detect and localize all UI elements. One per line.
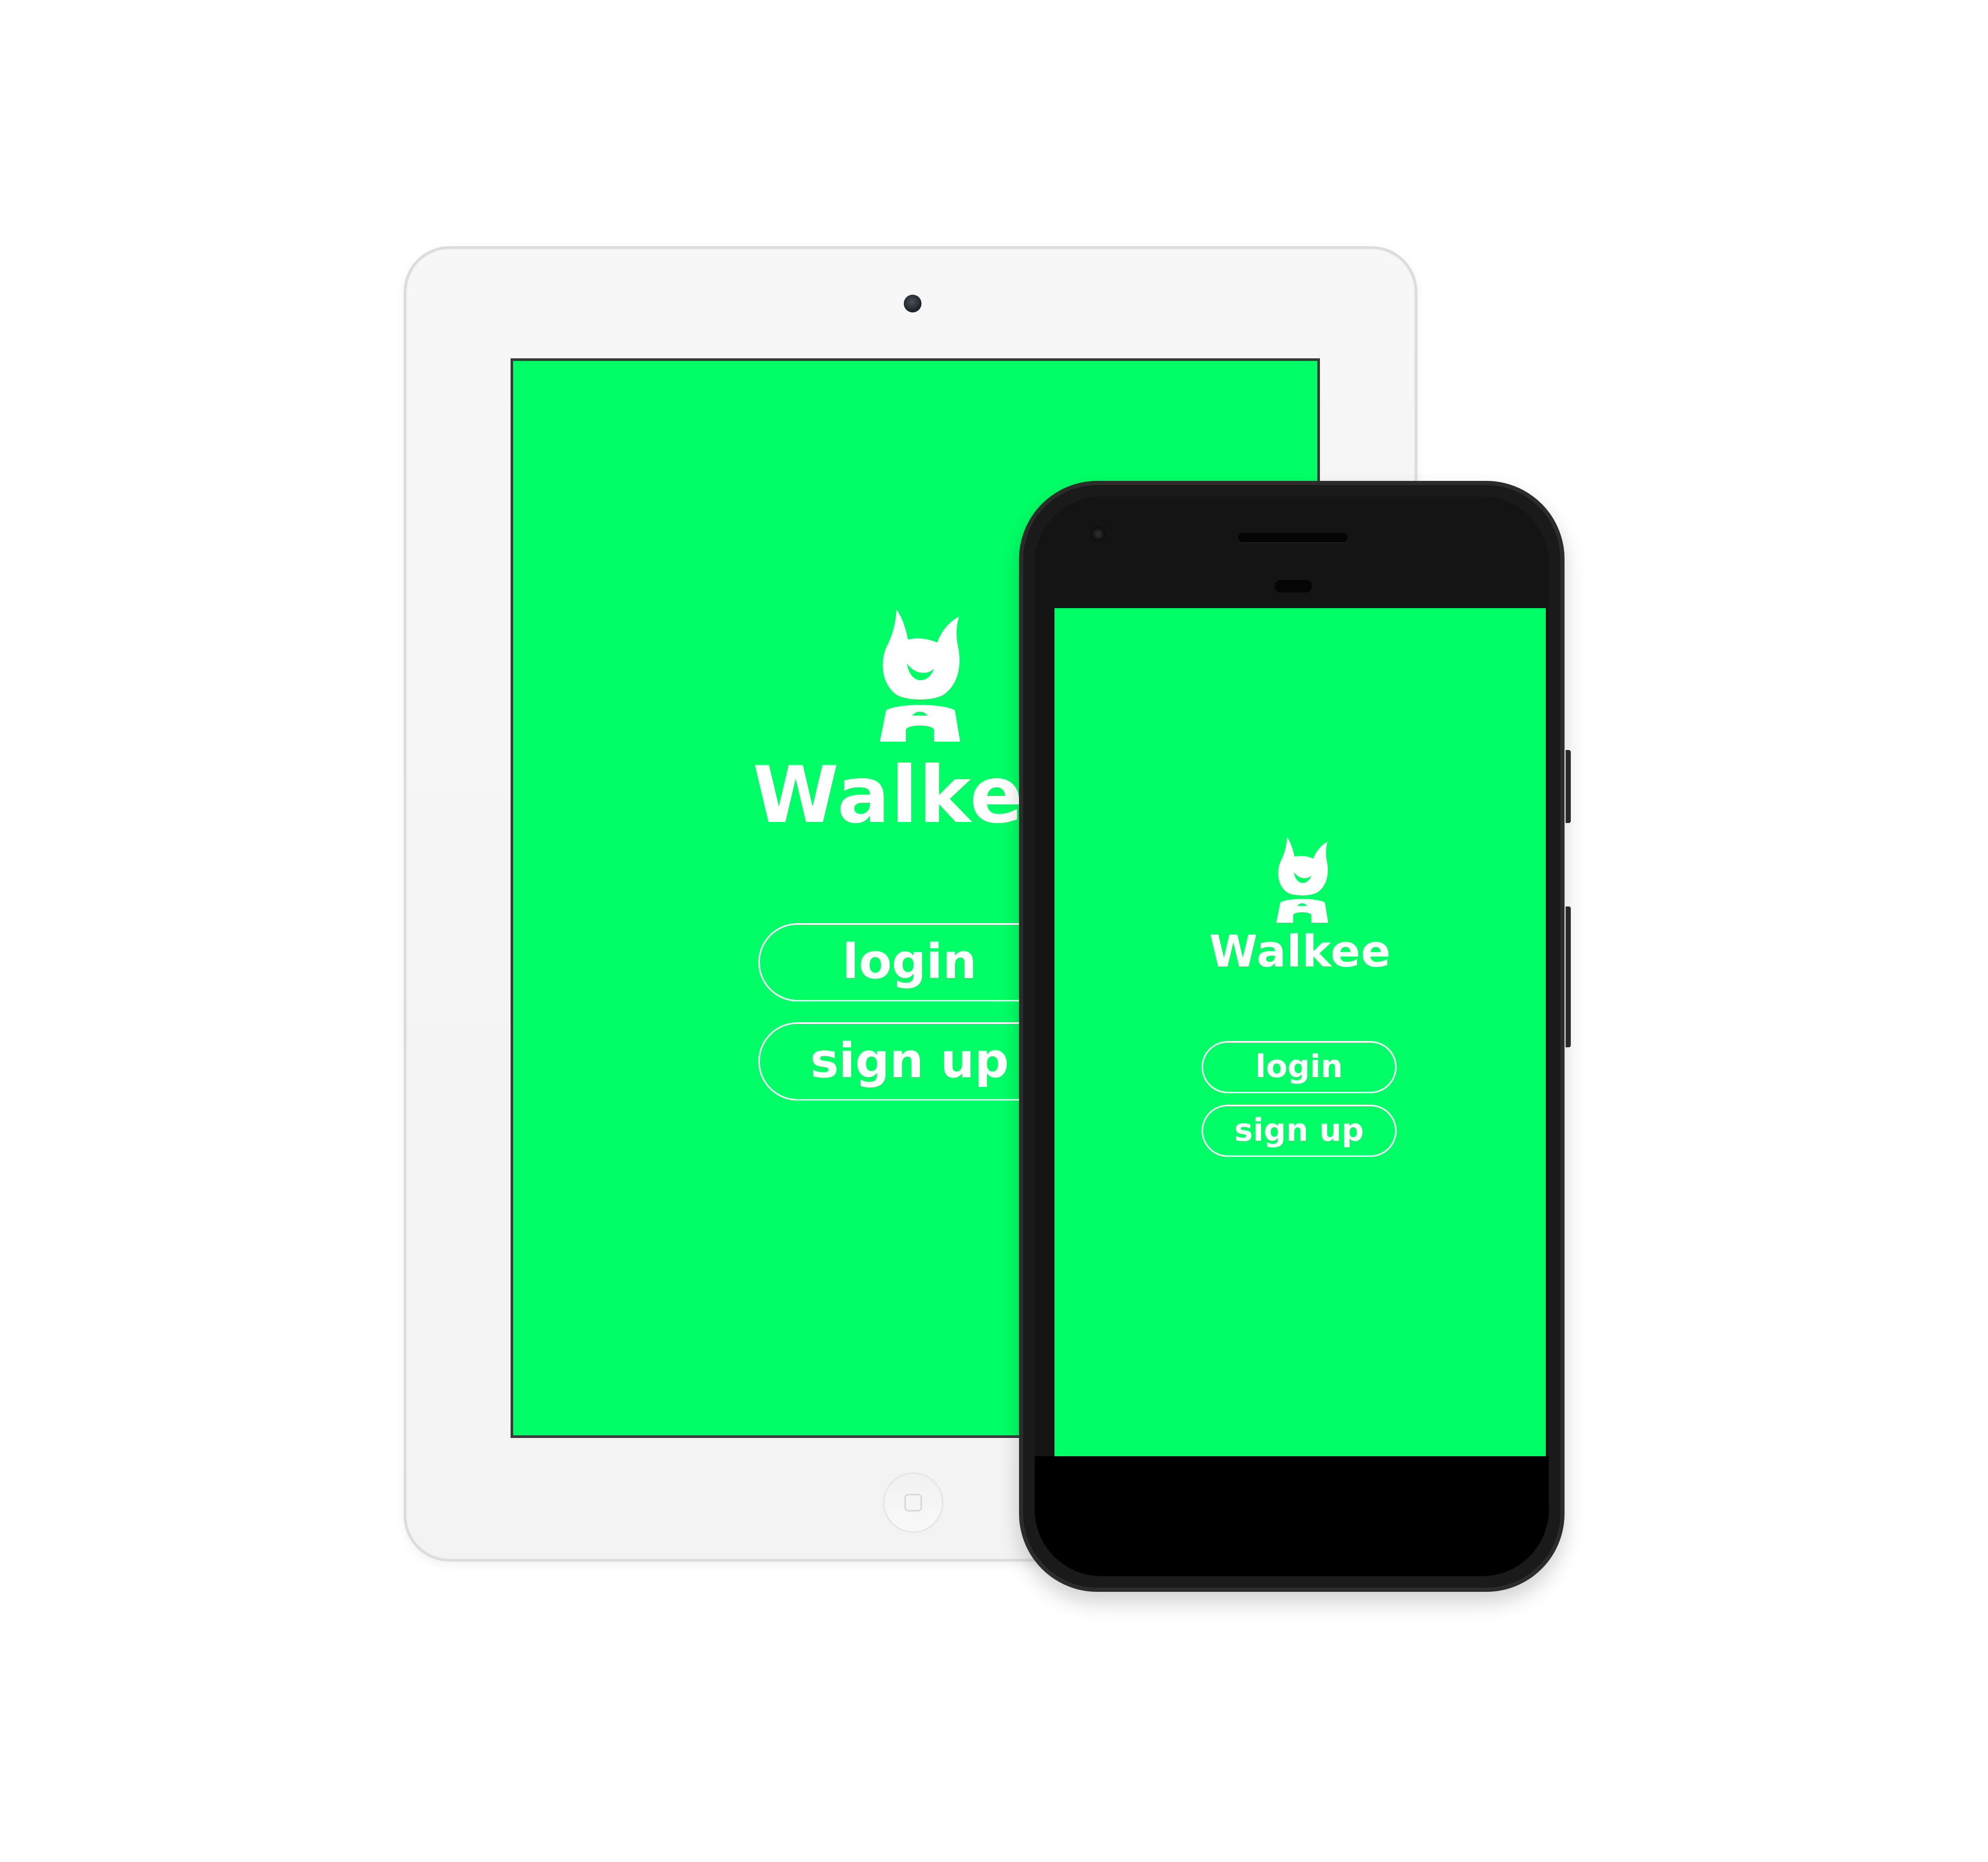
phone-body: Walkee login sign up — [1035, 497, 1549, 1576]
power-button[interactable] — [1566, 750, 1571, 823]
tablet-camera-icon — [904, 295, 922, 312]
login-button[interactable]: login — [1202, 1041, 1397, 1093]
phone-camera-icon — [1091, 527, 1106, 541]
home-button[interactable] — [883, 1472, 943, 1533]
phone-device: Walkee login sign up — [1019, 481, 1571, 1592]
home-square-icon — [904, 1494, 922, 1512]
dog-logo-icon — [880, 609, 960, 742]
volume-button[interactable] — [1566, 906, 1571, 1047]
dog-logo-icon — [1276, 837, 1328, 923]
app-title: Walkee — [1209, 926, 1391, 977]
login-button[interactable]: login — [758, 923, 1061, 1001]
sign-up-button[interactable]: sign up — [758, 1022, 1061, 1101]
device-mockup-stage: Walkee login sign up Walkee login sign u… — [0, 0, 1988, 1862]
sign-up-button[interactable]: sign up — [1202, 1105, 1397, 1157]
phone-speaker — [1238, 533, 1348, 542]
phone-sensor — [1275, 580, 1312, 593]
phone-bottom-bezel — [1035, 1456, 1549, 1576]
phone-screen: Walkee login sign up — [1054, 608, 1546, 1476]
